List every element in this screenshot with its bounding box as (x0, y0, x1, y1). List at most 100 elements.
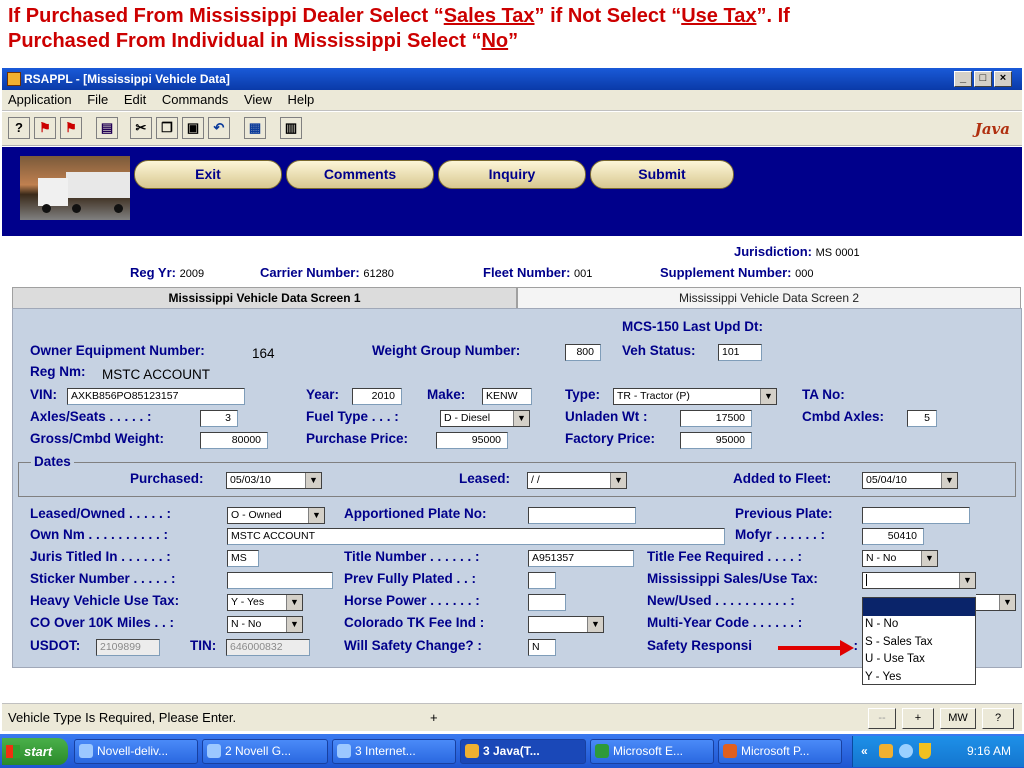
task-novell-groupwise[interactable]: 2 Novell G... (202, 739, 328, 764)
chevron-down-icon[interactable]: ▼ (587, 617, 603, 632)
ms-sales-use-tax-select[interactable]: ▼ (862, 572, 976, 589)
type-select[interactable]: TR - Tractor (P) ▼ (613, 388, 777, 405)
co-over-10k-select[interactable]: N - No ▼ (227, 616, 303, 633)
dropdown-option-sales-tax[interactable]: S - Sales Tax (863, 634, 975, 652)
cmbd-axles-field[interactable]: 5 (907, 410, 937, 427)
menu-view[interactable]: View (238, 90, 278, 109)
jurisdiction: Jurisdiction: MS 0001 (734, 244, 860, 259)
mcs150-label: MCS-150 Last Upd Dt: (622, 319, 764, 334)
factory-price-field[interactable]: 95000 (680, 432, 752, 449)
status-dash-button[interactable]: -- (868, 708, 896, 729)
task-microsoft-excel[interactable]: Microsoft E... (590, 739, 714, 764)
purchased-date-select[interactable]: 05/03/10 ▼ (226, 472, 322, 489)
chevron-down-icon[interactable]: ▼ (305, 473, 321, 488)
colorado-tk-fee-select[interactable]: ▼ (528, 616, 604, 633)
dropdown-option-use-tax[interactable]: U - Use Tax (863, 651, 975, 669)
print-icon[interactable]: ▤ (96, 117, 118, 139)
submit-button[interactable]: Submit (590, 160, 734, 189)
save-icon[interactable]: ▦ (244, 117, 266, 139)
tab-screen-1[interactable]: Mississippi Vehicle Data Screen 1 (12, 287, 517, 308)
menu-help[interactable]: Help (282, 90, 321, 109)
status-help-button[interactable]: ? (982, 708, 1014, 729)
chevron-down-icon[interactable]: ▼ (308, 508, 324, 523)
reg-year: Reg Yr: 2009 (130, 265, 205, 280)
will-safety-change-field[interactable]: N (528, 639, 556, 656)
previous-plate-label: Previous Plate: (735, 506, 833, 521)
status-mw-button[interactable]: MW (940, 708, 976, 729)
gross-weight-field[interactable]: 80000 (200, 432, 268, 449)
shield-icon[interactable] (919, 743, 931, 759)
previous-plate-field[interactable] (862, 507, 970, 524)
close-button[interactable]: × (994, 71, 1012, 87)
dropdown-option-no[interactable]: N - No (863, 616, 975, 634)
weight-group-label: Weight Group Number: (372, 343, 521, 358)
menu-application[interactable]: Application (2, 90, 78, 109)
copy-icon[interactable]: ❐ (156, 117, 178, 139)
task-java[interactable]: 3 Java(T... (460, 739, 586, 764)
veh-status-field[interactable]: 101 (718, 344, 762, 361)
chevron-down-icon[interactable]: ▼ (760, 389, 776, 404)
undo-icon[interactable]: ↶ (208, 117, 230, 139)
task-novell-delivery[interactable]: Novell-deliv... (74, 739, 198, 764)
help-icon[interactable]: ? (8, 117, 30, 139)
task-internet-explorer[interactable]: 3 Internet... (332, 739, 456, 764)
horse-power-field[interactable] (528, 594, 566, 611)
sales-use-tax-dropdown-list: N - No S - Sales Tax U - Use Tax Y - Yes (862, 597, 976, 685)
added-to-fleet-select[interactable]: 05/04/10 ▼ (862, 472, 958, 489)
tin-label: TIN: (190, 638, 217, 653)
menu-edit[interactable]: Edit (118, 90, 152, 109)
calculator-icon[interactable]: ▥ (280, 117, 302, 139)
cut-icon[interactable]: ✂ (130, 117, 152, 139)
tray-expand-chevron[interactable]: « (861, 744, 868, 758)
fuel-type-select[interactable]: D - Diesel ▼ (440, 410, 530, 427)
year-field[interactable]: 2010 (352, 388, 402, 405)
java-tray-icon[interactable] (879, 744, 893, 758)
status-plus-button[interactable]: + (902, 708, 934, 729)
comments-button[interactable]: Comments (286, 160, 434, 189)
powerpoint-icon (723, 744, 737, 758)
toolbar: ? ⚑ ⚑ ▤ ✂ ❐ ▣ ↶ ▦ ▥ Java (2, 112, 1022, 146)
unladen-weight-field[interactable]: 17500 (680, 410, 752, 427)
veh-status-label: Veh Status: (622, 343, 696, 358)
title-number-field[interactable]: A951357 (528, 550, 634, 567)
leased-date-select[interactable]: / / ▼ (527, 472, 627, 489)
chevron-down-icon[interactable]: ▼ (921, 551, 937, 566)
new-used-select[interactable]: ▼ (976, 594, 1016, 611)
flag-icon[interactable]: ⚑ (60, 117, 82, 139)
menu-file[interactable]: File (81, 90, 114, 109)
mofyr-field[interactable]: 50410 (862, 528, 924, 545)
chevron-down-icon[interactable]: ▼ (941, 473, 957, 488)
make-field[interactable]: KENW (482, 388, 532, 405)
heavy-vehicle-use-tax-select[interactable]: Y - Yes ▼ (227, 594, 303, 611)
sticker-number-field[interactable] (227, 572, 333, 589)
chevron-down-icon[interactable]: ▼ (999, 595, 1015, 610)
purchase-price-field[interactable]: 95000 (436, 432, 508, 449)
paste-icon[interactable]: ▣ (182, 117, 204, 139)
tab-screen-2[interactable]: Mississippi Vehicle Data Screen 2 (517, 287, 1021, 308)
own-name-field[interactable]: MSTC ACCOUNT (227, 528, 725, 545)
chevron-down-icon[interactable]: ▼ (286, 617, 302, 632)
title-fee-select[interactable]: N - No ▼ (862, 550, 938, 567)
inquiry-button[interactable]: Inquiry (438, 160, 586, 189)
chevron-down-icon[interactable]: ▼ (610, 473, 626, 488)
start-button[interactable]: start (2, 738, 68, 765)
maximize-button[interactable]: □ (974, 71, 992, 87)
menu-commands[interactable]: Commands (156, 90, 234, 109)
exit-button[interactable]: Exit (134, 160, 282, 189)
leased-owned-select[interactable]: O - Owned ▼ (227, 507, 325, 524)
exit-app-icon[interactable]: ⚑ (34, 117, 56, 139)
task-microsoft-powerpoint[interactable]: Microsoft P... (718, 739, 842, 764)
apportioned-plate-field[interactable] (528, 507, 636, 524)
weight-group-field[interactable]: 800 (565, 344, 601, 361)
dropdown-highlighted-option[interactable] (863, 598, 975, 616)
chevron-down-icon[interactable]: ▼ (513, 411, 529, 426)
chevron-down-icon[interactable]: ▼ (959, 573, 975, 588)
axles-seats-field[interactable]: 3 (200, 410, 238, 427)
chevron-down-icon[interactable]: ▼ (286, 595, 302, 610)
prev-fully-plated-field[interactable] (528, 572, 556, 589)
network-tray-icon[interactable] (899, 744, 913, 758)
dropdown-option-yes[interactable]: Y - Yes (863, 669, 975, 687)
vin-field[interactable]: AXKB856PO85123157 (67, 388, 245, 405)
minimize-button[interactable]: _ (954, 71, 972, 87)
juris-titled-field[interactable]: MS (227, 550, 259, 567)
